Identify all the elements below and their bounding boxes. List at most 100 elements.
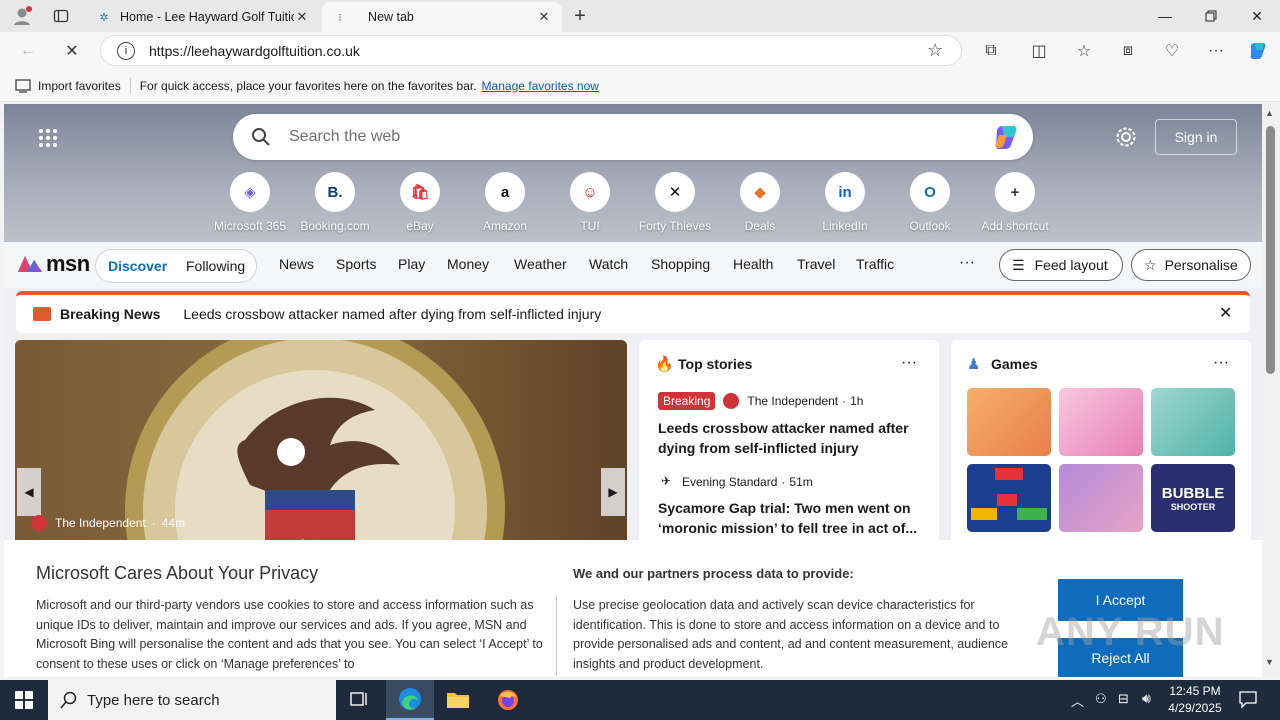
import-favorites-icon[interactable] xyxy=(14,78,32,93)
more-options-icon[interactable]: ··· xyxy=(901,354,917,372)
shortcut-booking-com[interactable]: B. Booking.com xyxy=(293,172,377,233)
copilot-search-icon[interactable] xyxy=(991,123,1021,151)
shortcut-label: eBay xyxy=(406,219,434,233)
apps-launcher-icon[interactable] xyxy=(38,128,58,148)
nav-news[interactable]: News xyxy=(279,256,314,272)
address-bar[interactable]: i https://leehaywardgolftuition.co.uk ☆ xyxy=(100,35,962,66)
back-button[interactable]: ← xyxy=(14,37,42,65)
split-screen-icon[interactable]: ◫ xyxy=(1025,37,1053,65)
network-icon[interactable]: ⚇ xyxy=(1095,691,1107,707)
notifications-icon[interactable] xyxy=(1238,689,1258,709)
nav-shopping[interactable]: Shopping xyxy=(651,256,710,272)
tab-following[interactable]: Following xyxy=(186,258,245,274)
clock-date: 4/29/2025 xyxy=(1168,701,1222,715)
lead-story-meta: The Independent · 44m xyxy=(31,515,185,531)
page-scrollbar[interactable]: ▲ ▼ xyxy=(1262,104,1280,677)
shortcut-linkedin[interactable]: in LinkedIn xyxy=(803,172,887,233)
feed-layout-button[interactable]: ☰ Feed layout xyxy=(999,249,1123,281)
edge-taskbar-icon[interactable] xyxy=(386,680,434,720)
game-tile-hospital[interactable] xyxy=(1151,388,1235,456)
game-tile-bubble-shooter[interactable]: BUBBLE SHOOTER xyxy=(1151,464,1235,532)
bubble-title: BUBBLE xyxy=(1161,484,1225,502)
favorite-star-icon[interactable]: ☆ xyxy=(927,40,943,61)
ethernet-icon[interactable]: ⊟ xyxy=(1118,691,1129,707)
carousel-prev-button[interactable]: ◀ xyxy=(17,468,41,516)
task-view-icon[interactable] xyxy=(336,680,384,720)
nav-money[interactable]: Money xyxy=(447,256,489,272)
profile-icon[interactable] xyxy=(8,4,36,28)
settings-gear-icon[interactable] xyxy=(1115,126,1137,148)
shortcut-forty-thieves[interactable]: ✕ Forty Thieves xyxy=(633,172,717,233)
feed-layout-label: Feed layout xyxy=(1034,257,1108,273)
story-headline[interactable]: Leeds crossbow attacker named after dyin… xyxy=(658,418,918,458)
import-favorites-button[interactable]: Import favorites xyxy=(38,79,121,93)
scroll-down-arrow-icon[interactable]: ▼ xyxy=(1265,657,1274,667)
story-item[interactable]: ✈ Evening Standard · 51m Sycamore Gap tr… xyxy=(658,474,918,538)
close-tab-icon[interactable]: ✕ xyxy=(294,9,310,25)
minimize-button[interactable]: — xyxy=(1142,0,1188,32)
more-nav-button[interactable]: ··· xyxy=(959,254,975,272)
carousel-next-button[interactable]: ▶ xyxy=(601,468,625,516)
game-tile-hotel[interactable] xyxy=(967,388,1051,456)
show-hidden-icons-chevron-icon[interactable]: ︿ xyxy=(1071,691,1084,710)
file-explorer-icon[interactable] xyxy=(434,680,482,720)
manage-favorites-link[interactable]: Manage favorites now xyxy=(482,79,599,93)
firefox-icon[interactable] xyxy=(484,680,532,720)
web-search-box[interactable]: Search the web xyxy=(233,114,1033,160)
shortcut-amazon[interactable]: a Amazon xyxy=(463,172,547,233)
nav-watch[interactable]: Watch xyxy=(589,256,628,272)
personalise-button[interactable]: ☆ Personalise xyxy=(1131,249,1251,281)
game-tile-makeup[interactable] xyxy=(1059,464,1143,532)
game-tile-blocks[interactable] xyxy=(967,464,1051,532)
more-options-icon[interactable]: ··· xyxy=(1213,354,1229,372)
msn-brand-text: msn xyxy=(46,251,90,276)
game-tile-dressup[interactable] xyxy=(1059,388,1143,456)
scrollbar-thumb[interactable] xyxy=(1266,126,1275,374)
browser-essentials-icon[interactable]: ♡ xyxy=(1158,37,1186,65)
shortcut-ebay[interactable]: 🛍 eBay xyxy=(378,172,462,233)
story-headline[interactable]: Sycamore Gap trial: Two men went on ‘mor… xyxy=(658,498,918,538)
new-tab-button[interactable]: + xyxy=(566,4,594,28)
sign-in-button[interactable]: Sign in xyxy=(1155,119,1237,155)
nav-traffic[interactable]: Traffic xyxy=(856,256,894,272)
favorites-icon[interactable]: ☆ xyxy=(1070,37,1098,65)
site-info-icon[interactable]: i xyxy=(117,42,135,60)
story-item[interactable]: Breaking The Independent · 1h Leeds cros… xyxy=(658,392,918,458)
nav-sports[interactable]: Sports xyxy=(336,256,376,272)
tab-golf-tuition[interactable]: ✲ Home - Lee Hayward Golf Tuition ✕ xyxy=(86,2,320,32)
ebay-icon: 🛍 xyxy=(400,172,440,212)
nav-weather[interactable]: Weather xyxy=(514,256,567,272)
extensions-icon[interactable]: ⧉ xyxy=(977,37,1005,65)
tab-new-tab[interactable]: ⁝ New tab ✕ xyxy=(322,2,562,32)
shortcut-add-shortcut[interactable]: + Add shortcut xyxy=(973,172,1057,233)
clock[interactable]: 12:45 PM 4/29/2025 xyxy=(1164,683,1226,717)
taskbar-search-box[interactable]: Type here to search xyxy=(48,680,336,720)
breaking-news-headline[interactable]: Leeds crossbow attacker named after dyin… xyxy=(183,306,601,322)
close-icon[interactable]: ✕ xyxy=(1219,303,1232,323)
nav-health[interactable]: Health xyxy=(733,256,773,272)
shortcut-microsoft-365[interactable]: ◈ Microsoft 365 xyxy=(208,172,292,233)
privacy-title: Microsoft Cares About Your Privacy xyxy=(36,563,319,583)
shortcut-outlook[interactable]: O Outlook xyxy=(888,172,972,233)
scroll-up-arrow-icon[interactable]: ▲ xyxy=(1265,108,1274,118)
restore-button[interactable] xyxy=(1188,0,1234,32)
shortcut-tui[interactable]: ☺ TUI xyxy=(548,172,632,233)
shortcut-deals[interactable]: ◆ Deals xyxy=(718,172,802,233)
breaking-news-bar[interactable]: Breaking News Leeds crossbow attacker na… xyxy=(16,291,1250,333)
copilot-icon[interactable] xyxy=(1244,37,1272,65)
close-window-button[interactable]: ✕ xyxy=(1234,0,1280,32)
nav-travel[interactable]: Travel xyxy=(797,256,835,272)
settings-more-icon[interactable]: ··· xyxy=(1202,37,1230,65)
close-tab-icon[interactable]: ✕ xyxy=(536,9,552,25)
volume-icon[interactable]: 🔊︎ xyxy=(1142,690,1151,707)
start-button[interactable] xyxy=(0,680,48,720)
tab-actions-icon[interactable] xyxy=(48,4,74,28)
story-source: The Independent xyxy=(747,394,839,408)
tab-title: Home - Lee Hayward Golf Tuition xyxy=(120,10,294,24)
tab-discover[interactable]: Discover xyxy=(108,258,167,274)
collections-icon[interactable]: ⧈ xyxy=(1114,37,1142,65)
nav-play[interactable]: Play xyxy=(398,256,425,272)
msn-logo[interactable]: msn xyxy=(16,251,90,277)
stop-loading-button[interactable]: ✕ xyxy=(58,37,86,65)
privacy-right-body: Use precise geolocation data and activel… xyxy=(573,598,1009,671)
